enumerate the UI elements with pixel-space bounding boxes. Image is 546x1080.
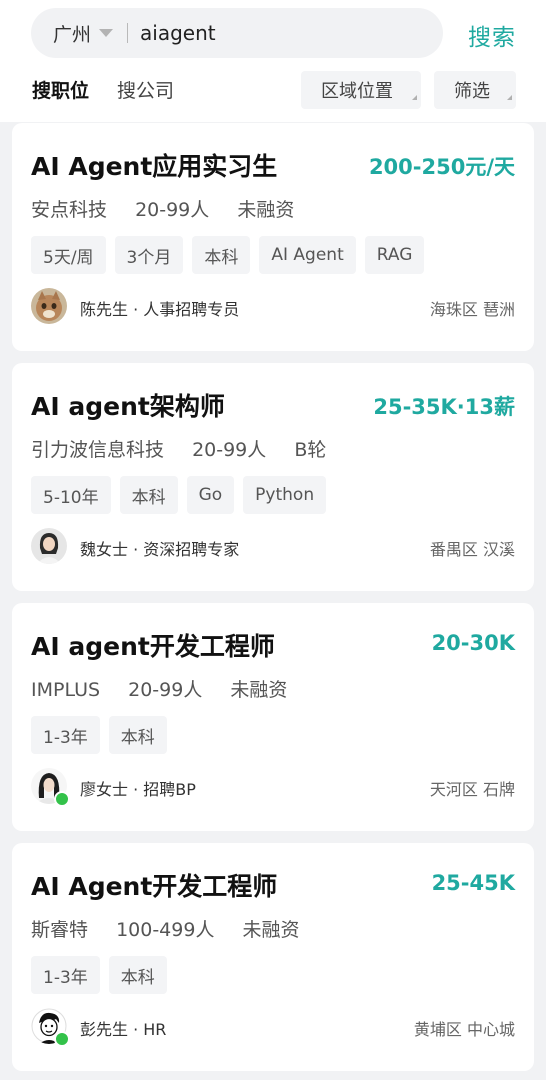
company-info: 安点科技 20-99人 未融资: [31, 195, 316, 222]
tab-search-companies[interactable]: 搜公司: [117, 76, 174, 103]
company-funding: B轮: [294, 439, 327, 461]
company-size: 20-99人: [135, 199, 210, 221]
job-salary: 25-35K·13薪: [373, 395, 515, 419]
job-tag: 1-3年: [31, 716, 100, 754]
job-location: 黄埔区 中心城: [413, 1020, 515, 1039]
company-size: 100-499人: [116, 919, 215, 941]
job-tag: Python: [243, 476, 327, 514]
job-tag: 本科: [119, 476, 178, 514]
job-card[interactable]: AI Agent开发工程师 25-45K 斯睿特 100-499人 未融资 1-…: [12, 843, 534, 1071]
dropdown-corner-icon: [507, 95, 512, 100]
job-card[interactable]: AI agent开发工程师 20-30K IMPLUS 20-99人 未融资 1…: [12, 603, 534, 831]
company-funding: 未融资: [242, 919, 300, 941]
job-tags: 5天/周 3个月 本科 AI Agent RAG: [31, 236, 433, 274]
job-card[interactable]: AI Agent应用实习生 200-250元/天 安点科技 20-99人 未融资…: [12, 123, 534, 351]
recruiter-avatar: [31, 768, 70, 807]
job-tag: 本科: [192, 236, 251, 274]
job-tag: 5-10年: [31, 476, 111, 514]
job-salary: 200-250元/天: [368, 155, 515, 179]
search-box[interactable]: 广州: [31, 8, 443, 58]
job-salary: 20-30K: [431, 631, 515, 655]
job-salary: 25-45K: [431, 871, 515, 895]
filter-label: 筛选: [454, 81, 490, 102]
job-tag: AI Agent: [259, 236, 356, 274]
person-avatar-icon: [31, 528, 67, 564]
location-filter-button[interactable]: 区域位置: [301, 71, 421, 109]
company-funding: 未融资: [230, 679, 288, 701]
job-tag: RAG: [364, 236, 425, 274]
cat-avatar-icon: [31, 288, 67, 324]
job-title: AI Agent应用实习生: [31, 152, 278, 181]
job-location: 番禺区 汉溪: [429, 540, 515, 559]
job-title: AI agent开发工程师: [31, 632, 275, 661]
job-tag: Go: [186, 476, 235, 514]
company-name: 斯睿特: [31, 919, 89, 941]
recruiter-avatar: [31, 1008, 70, 1047]
job-tags: 5-10年 本科 Go Python: [31, 476, 335, 514]
online-status-icon: [54, 791, 70, 807]
job-tag: 5天/周: [31, 236, 106, 274]
tab-search-jobs[interactable]: 搜职位: [32, 76, 89, 103]
recruiter-name: 陈先生 · 人事招聘专员: [80, 300, 240, 319]
job-tag: 1-3年: [31, 956, 100, 994]
job-title: AI Agent开发工程师: [31, 872, 278, 901]
chevron-down-icon[interactable]: [99, 29, 114, 37]
online-status-icon: [54, 1031, 70, 1047]
company-funding: 未融资: [237, 199, 295, 221]
job-card[interactable]: AI agent架构师 25-35K·13薪 引力波信息科技 20-99人 B轮…: [12, 363, 534, 591]
search-input[interactable]: [140, 21, 381, 45]
company-size: 20-99人: [192, 439, 267, 461]
company-name: IMPLUS: [31, 679, 101, 701]
company-size: 20-99人: [128, 679, 203, 701]
location-filter-label: 区域位置: [321, 81, 393, 102]
search-header: 广州 搜索 搜职位 搜公司 区域位置 筛选: [0, 0, 546, 122]
recruiter-avatar: [31, 288, 67, 324]
job-tag: 本科: [108, 716, 167, 754]
search-button[interactable]: 搜索: [468, 18, 516, 52]
recruiter-name: 彭先生 · HR: [80, 1020, 167, 1039]
recruiter-avatar: [31, 528, 67, 564]
job-location: 海珠区 琶洲: [429, 300, 515, 319]
job-tags: 1-3年 本科: [31, 956, 176, 994]
job-tag: 3个月: [114, 236, 184, 274]
job-title: AI agent架构师: [31, 392, 225, 421]
dropdown-corner-icon: [412, 95, 417, 100]
company-info: 斯睿特 100-499人 未融资: [31, 915, 322, 942]
company-info: IMPLUS 20-99人 未融资: [31, 675, 309, 702]
company-name: 安点科技: [31, 199, 108, 221]
job-tag: 本科: [108, 956, 167, 994]
company-name: 引力波信息科技: [31, 439, 165, 461]
job-location: 天河区 石牌: [429, 780, 515, 799]
city-selector[interactable]: 广州: [53, 20, 91, 47]
recruiter-name: 廖女士 · 招聘BP: [80, 780, 196, 799]
recruiter-name: 魏女士 · 资深招聘专家: [80, 540, 240, 559]
company-info: 引力波信息科技 20-99人 B轮: [31, 435, 348, 462]
search-divider: [127, 23, 129, 43]
job-tags: 1-3年 本科: [31, 716, 176, 754]
filter-button[interactable]: 筛选: [434, 71, 516, 109]
search-type-tabs: 搜职位 搜公司: [32, 76, 202, 103]
